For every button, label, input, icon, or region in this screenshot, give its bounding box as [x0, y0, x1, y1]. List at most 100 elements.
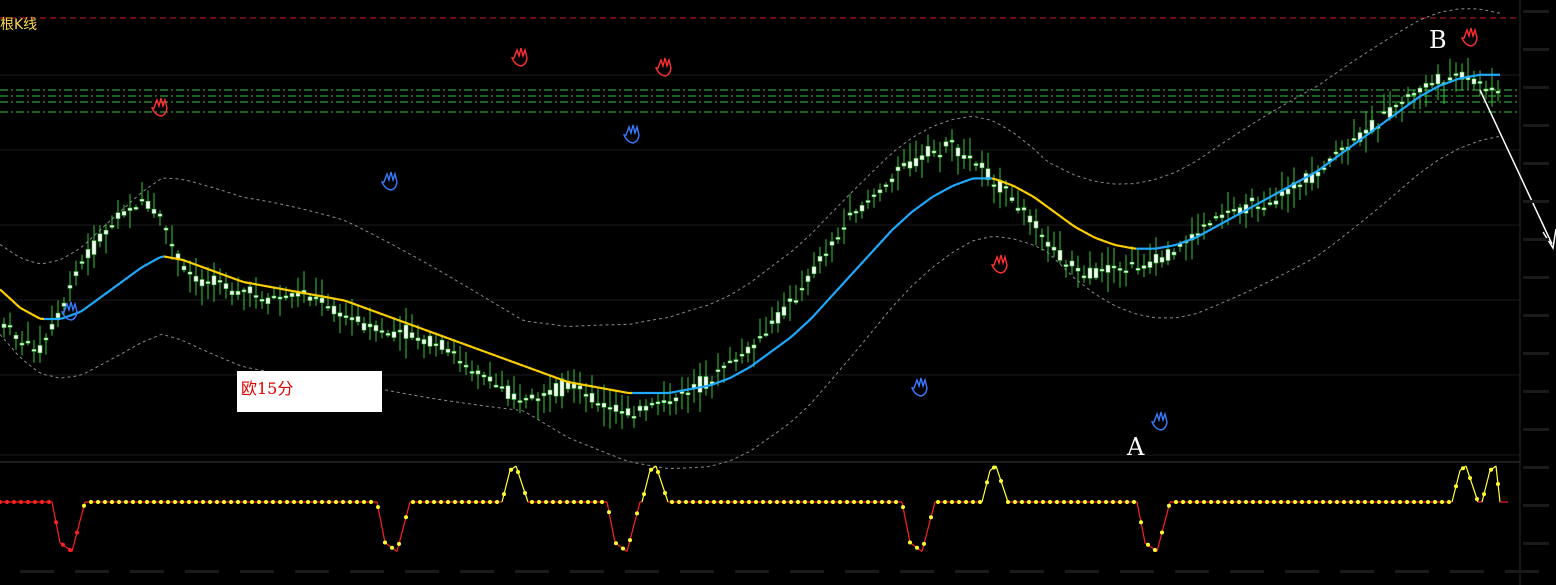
ma-segment [171, 256, 177, 260]
candle-body [1429, 82, 1435, 86]
ma-segment [119, 279, 125, 285]
ma-segment [819, 303, 825, 310]
oscillator-dot [404, 515, 408, 520]
oscillator-dot [1370, 500, 1374, 504]
candle-body [643, 405, 649, 411]
ma-segment [847, 273, 853, 280]
ma-segment [323, 295, 329, 299]
ma-segment [1107, 241, 1113, 245]
ma-segment [967, 177, 973, 182]
oscillator-dot [530, 500, 534, 504]
ma-segment [215, 271, 221, 275]
candle-body [433, 343, 439, 347]
candle-body [1231, 208, 1237, 212]
oscillator-dot [1454, 484, 1458, 489]
ma-segment [99, 293, 105, 299]
ma-segment [1475, 73, 1481, 77]
ma-segment [667, 391, 673, 395]
candle-body [493, 384, 499, 388]
ma-segment [555, 376, 561, 381]
candle-body [1045, 241, 1051, 247]
ma-segment [11, 299, 17, 305]
candle-body [73, 271, 79, 277]
candle-body [871, 194, 877, 198]
candle-body [463, 364, 469, 368]
ma-segment [783, 338, 789, 344]
candle-body [1111, 265, 1117, 269]
ma-segment [959, 180, 965, 185]
axis-tick [1523, 314, 1549, 317]
ma-segment [139, 265, 145, 270]
ma-segment [879, 238, 885, 244]
candle-body [1423, 83, 1429, 88]
candle-body [1057, 250, 1063, 261]
ma-segment [339, 298, 345, 302]
oscillator-dot [54, 520, 58, 525]
oscillator-dot [803, 500, 807, 504]
ma-segment [175, 257, 181, 261]
oscillator-dot [348, 500, 352, 504]
oscillator-dot [880, 500, 884, 504]
ma-segment [1119, 244, 1125, 248]
candle-body [223, 283, 229, 289]
axis-tick [1523, 10, 1549, 13]
candle-body [613, 404, 619, 412]
forex-chart-canvas[interactable] [0, 0, 1556, 585]
candle-body [1141, 265, 1147, 269]
oscillator-dot [663, 491, 667, 495]
ma-segment [187, 260, 193, 265]
oscillator-dot [1307, 500, 1311, 504]
candle-body [487, 376, 493, 382]
oscillator-dot [726, 500, 730, 504]
candle-body [811, 266, 817, 275]
blue-hand-icon [380, 171, 398, 191]
time-tick [845, 570, 879, 573]
ma-segment [491, 353, 497, 357]
candle-body [1201, 224, 1207, 227]
ma-segment [1467, 75, 1473, 79]
ma-segment [463, 343, 469, 347]
candle-body [97, 233, 103, 242]
ma-segment [447, 337, 453, 341]
ma-segment [691, 386, 697, 390]
candle-body [1123, 270, 1129, 273]
candle-body [1105, 264, 1111, 273]
oscillator-dot [243, 500, 247, 504]
ma-segment [603, 387, 609, 391]
oscillator-dot [299, 500, 303, 504]
oscillator-dot [831, 500, 835, 504]
ma-segment [919, 202, 925, 207]
ma-segment [419, 326, 425, 331]
oscillator-dot [628, 538, 632, 543]
ma-segment [619, 390, 625, 394]
ma-segment [1435, 84, 1441, 89]
candle-body [1477, 81, 1483, 84]
ma-segment [863, 255, 869, 262]
ma-segment [1111, 242, 1117, 247]
ma-segment [407, 322, 413, 327]
candle-body [955, 147, 961, 157]
candle-body [145, 200, 151, 209]
oscillator-dot [1020, 500, 1024, 504]
ma-segment [1087, 233, 1093, 238]
candle-body [853, 210, 859, 214]
ma-segment [379, 312, 385, 316]
candle-body [883, 184, 889, 187]
candle-body [25, 340, 31, 344]
oscillator-segment [1156, 501, 1171, 552]
ma-segment [1027, 192, 1033, 197]
candle-body [937, 154, 943, 158]
candle-body [193, 275, 199, 282]
oscillator-dot [747, 500, 751, 504]
ma-segment [499, 356, 505, 360]
candle-body [979, 162, 985, 169]
candle-body [505, 385, 511, 399]
oscillator-dot [264, 500, 268, 504]
ma-segment [507, 359, 513, 363]
down-arrow-icon [1479, 89, 1556, 251]
oscillator-dot [1167, 503, 1171, 508]
ma-segment [83, 305, 89, 311]
ma-segment [887, 229, 893, 236]
oscillator-dot [152, 500, 156, 504]
oscillator-dot [1433, 500, 1437, 504]
